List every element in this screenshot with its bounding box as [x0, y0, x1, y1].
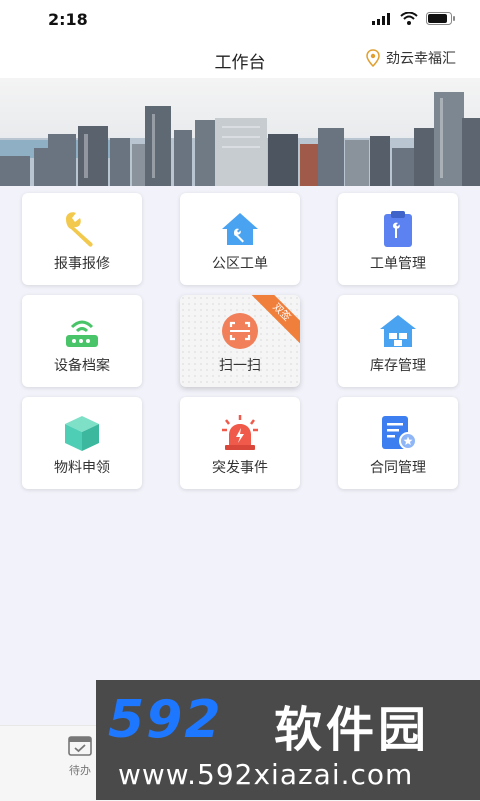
location-pin-icon: [366, 49, 380, 67]
router-icon: [66, 320, 98, 347]
tile-label: 报事报修: [54, 256, 110, 272]
tile-inventory-management[interactable]: 库存管理: [338, 295, 458, 387]
tile-material-request[interactable]: 物料申领: [22, 397, 142, 489]
wrench-icon: [66, 212, 93, 247]
tile-contract-management[interactable]: 合同管理: [338, 397, 458, 489]
tile-label: 突发事件: [212, 460, 268, 476]
status-bar: 2:18: [0, 0, 480, 40]
tile-label: 设备档案: [54, 358, 110, 374]
tile-emergency-event[interactable]: 突发事件: [180, 397, 300, 489]
tile-report-repair[interactable]: 报事报修: [22, 193, 142, 285]
tile-label: 公区工单: [212, 256, 268, 272]
signal-icon: [372, 12, 390, 25]
calendar-check-icon: [68, 736, 92, 756]
location-name: 劲云幸福汇: [386, 51, 456, 67]
house-wrench-icon: [222, 213, 258, 245]
box-icon: [65, 416, 99, 451]
tile-order-management[interactable]: 工单管理: [338, 193, 458, 285]
alarm-icon: [222, 415, 258, 450]
tab-todo[interactable]: 待办: [62, 734, 98, 778]
tile-scan[interactable]: 双签 扫一扫: [180, 295, 300, 387]
location-selector[interactable]: 劲云幸福汇: [366, 48, 456, 68]
tile-label: 工单管理: [370, 256, 426, 272]
watermark-brand: 592: [108, 690, 223, 750]
watermark: 592 软件园 www.592xiazai.com: [96, 680, 480, 800]
status-icons: [372, 12, 456, 25]
scan-icon: [222, 313, 258, 349]
nav-bar: 工作台 劲云幸福汇: [0, 40, 480, 78]
tile-label: 物料申领: [54, 460, 110, 476]
tile-public-area-order[interactable]: 公区工单: [180, 193, 300, 285]
tile-label: 扫一扫: [219, 358, 261, 374]
battery-icon: [426, 12, 455, 25]
tile-label: 库存管理: [370, 358, 426, 374]
banner-image: [0, 78, 480, 186]
tile-equipment-records[interactable]: 设备档案: [22, 295, 142, 387]
watermark-url: www.592xiazai.com: [118, 758, 414, 791]
tile-label: 合同管理: [370, 460, 426, 476]
contract-icon: [382, 416, 417, 450]
tab-label: 待办: [69, 764, 91, 777]
wifi-icon: [400, 12, 418, 25]
status-time: 2:18: [48, 10, 88, 29]
clipboard-icon: [384, 211, 412, 247]
warehouse-icon: [380, 315, 416, 347]
watermark-name: 软件园: [274, 702, 431, 758]
